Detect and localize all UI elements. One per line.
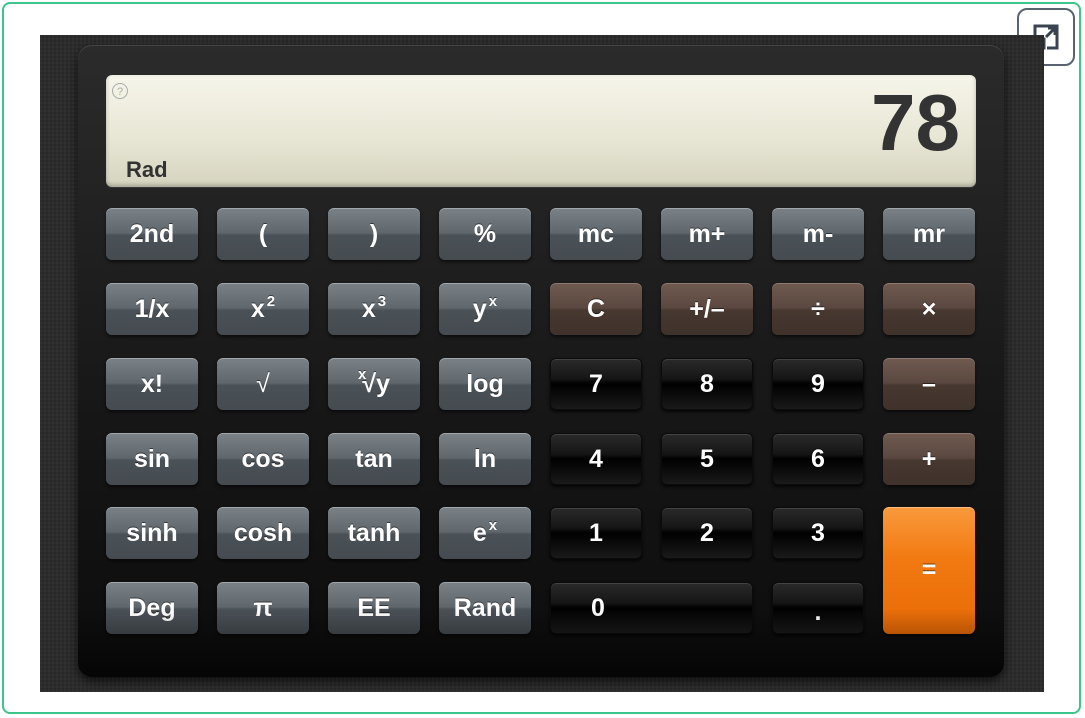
digit-5-button[interactable]: 5 bbox=[661, 433, 753, 485]
open-paren-button[interactable]: ( bbox=[217, 208, 309, 260]
angle-mode-indicator: Rad bbox=[126, 157, 168, 182]
cube-exponent-label: 3 bbox=[377, 292, 387, 310]
power-exponent-label: x bbox=[488, 292, 498, 310]
tan-button[interactable]: tan bbox=[328, 433, 420, 485]
digit-1-button[interactable]: 1 bbox=[550, 507, 642, 559]
close-paren-button[interactable]: ) bbox=[328, 208, 420, 260]
ln-button[interactable]: ln bbox=[439, 433, 531, 485]
memory-clear-button[interactable]: mc bbox=[550, 208, 642, 260]
square-exponent-label: 2 bbox=[266, 292, 276, 310]
digit-3-button[interactable]: 3 bbox=[772, 507, 864, 559]
memory-subtract-button[interactable]: m- bbox=[772, 208, 864, 260]
digit-6-button[interactable]: 6 bbox=[772, 433, 864, 485]
nth-root-button[interactable]: x √y bbox=[328, 358, 420, 410]
multiply-button[interactable]: × bbox=[883, 283, 975, 335]
subtract-button[interactable]: – bbox=[883, 358, 975, 410]
add-button[interactable]: + bbox=[883, 433, 975, 485]
digit-2-button[interactable]: 2 bbox=[661, 507, 753, 559]
divide-button[interactable]: ÷ bbox=[772, 283, 864, 335]
log-button[interactable]: log bbox=[439, 358, 531, 410]
root-base-label: √y bbox=[362, 369, 390, 398]
deg-button[interactable]: Deg bbox=[106, 582, 198, 634]
memory-recall-button[interactable]: mr bbox=[883, 208, 975, 260]
equals-button[interactable]: = bbox=[883, 507, 975, 634]
memory-add-button[interactable]: m+ bbox=[661, 208, 753, 260]
digit-9-button[interactable]: 9 bbox=[772, 358, 864, 410]
calculator-body: ? 78 Rad 2nd ( ) % mc m+ m- mr 1/x x2 x3… bbox=[78, 45, 1004, 677]
square-root-button[interactable]: √ bbox=[217, 358, 309, 410]
exp-base-label: e bbox=[472, 518, 487, 547]
clear-button[interactable]: C bbox=[550, 283, 642, 335]
calculator-stage: ? 78 Rad 2nd ( ) % mc m+ m- mr 1/x x2 x3… bbox=[40, 35, 1044, 692]
digit-7-button[interactable]: 7 bbox=[550, 358, 642, 410]
sinh-button[interactable]: sinh bbox=[106, 507, 198, 559]
calculator-display: ? 78 Rad bbox=[106, 75, 976, 187]
square-base-label: x bbox=[250, 294, 265, 323]
reciprocal-button[interactable]: 1/x bbox=[106, 283, 198, 335]
ee-button[interactable]: EE bbox=[328, 582, 420, 634]
power-base-label: y bbox=[472, 294, 487, 323]
plus-minus-button[interactable]: +/– bbox=[661, 283, 753, 335]
cube-base-label: x bbox=[361, 294, 376, 323]
cosh-button[interactable]: cosh bbox=[217, 507, 309, 559]
digit-8-button[interactable]: 8 bbox=[661, 358, 753, 410]
help-icon[interactable]: ? bbox=[112, 83, 128, 99]
cube-button[interactable]: x3 bbox=[328, 283, 420, 335]
rand-button[interactable]: Rand bbox=[439, 582, 531, 634]
exp-button[interactable]: ex bbox=[439, 507, 531, 559]
pi-button[interactable]: π bbox=[217, 582, 309, 634]
digit-4-button[interactable]: 4 bbox=[550, 433, 642, 485]
square-button[interactable]: x2 bbox=[217, 283, 309, 335]
factorial-button[interactable]: x! bbox=[106, 358, 198, 410]
cos-button[interactable]: cos bbox=[217, 433, 309, 485]
decimal-point-button[interactable]: . bbox=[772, 582, 864, 634]
exp-exponent-label: x bbox=[488, 516, 498, 534]
root-index-label: x bbox=[358, 365, 367, 383]
display-value: 78 bbox=[871, 78, 960, 167]
power-button[interactable]: yx bbox=[439, 283, 531, 335]
percent-button[interactable]: % bbox=[439, 208, 531, 260]
digit-0-button[interactable]: 0 bbox=[550, 582, 753, 634]
tanh-button[interactable]: tanh bbox=[328, 507, 420, 559]
second-function-button[interactable]: 2nd bbox=[106, 208, 198, 260]
sin-button[interactable]: sin bbox=[106, 433, 198, 485]
